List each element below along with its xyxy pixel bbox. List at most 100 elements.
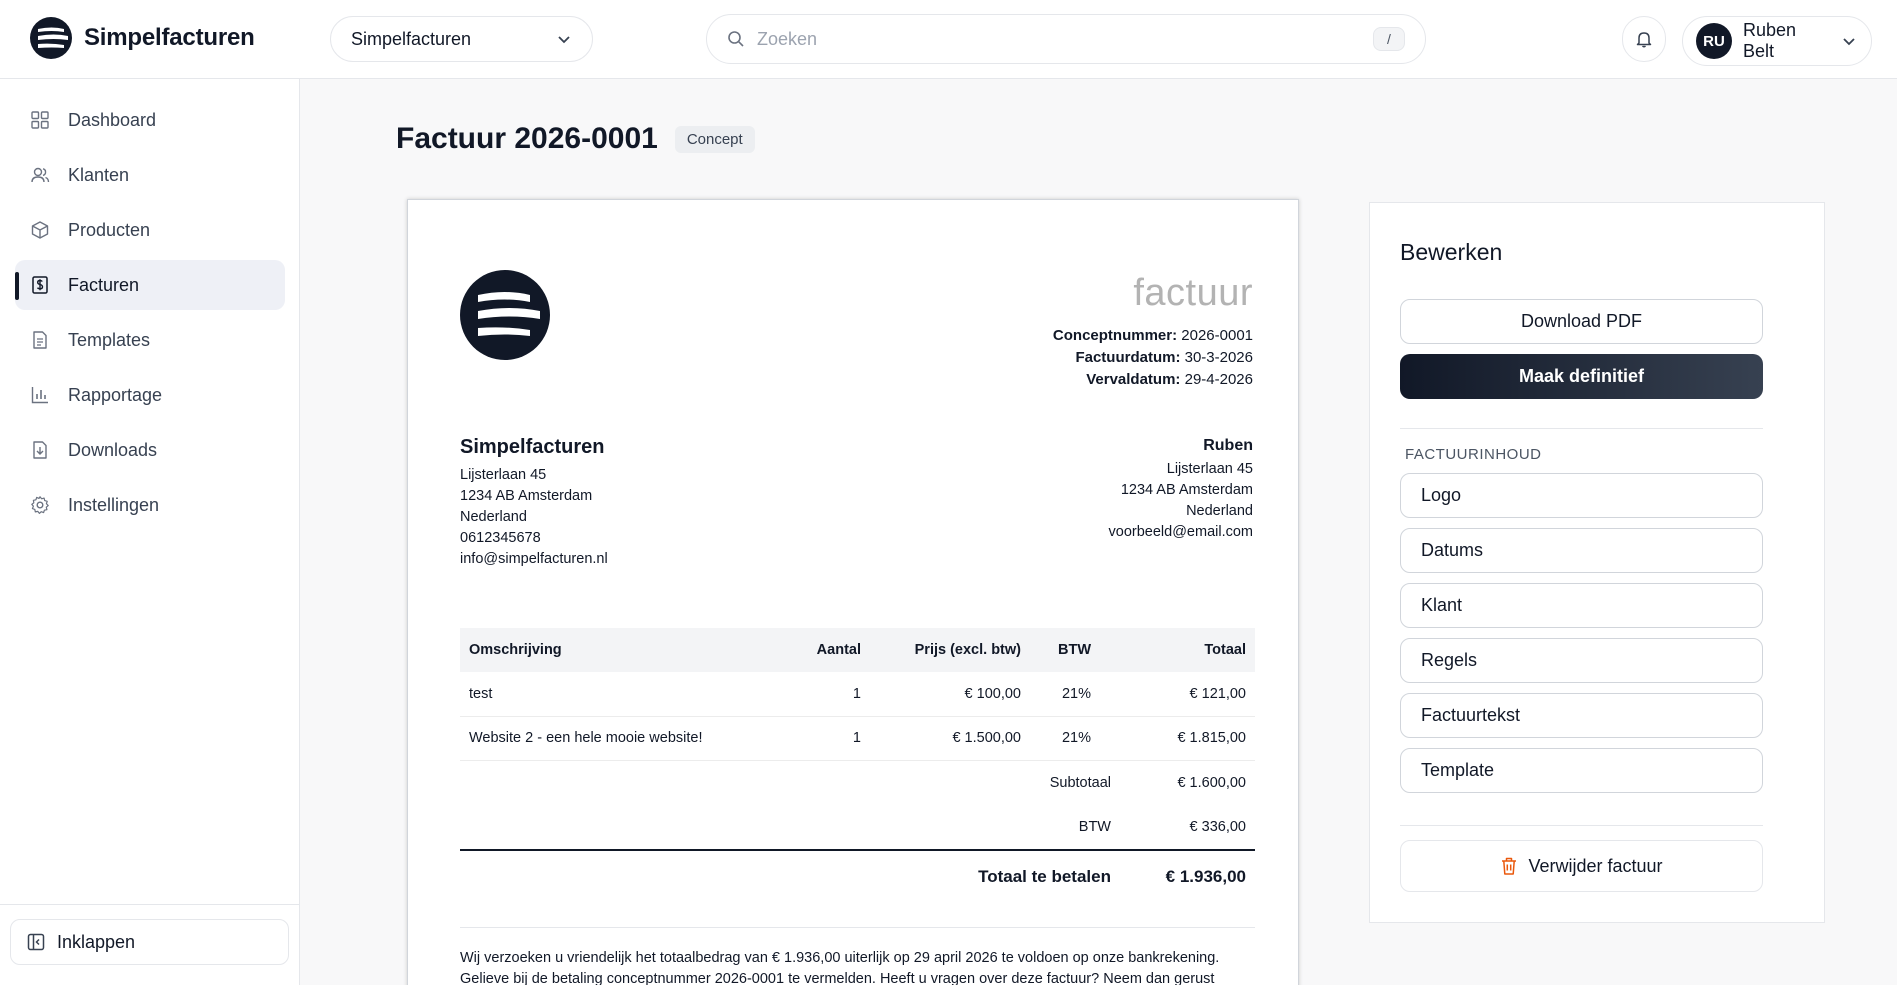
company-select[interactable]: Simpelfacturen [330,16,593,62]
sender-address: Simpelfacturen Lijsterlaan 45 1234 AB Am… [460,435,608,570]
sidebar-item-label: Instellingen [68,494,160,515]
invoice-title: factuur [1133,272,1253,314]
sidebar-item-label: Facturen [68,274,140,295]
cell-vat: 21% [1030,672,1100,717]
divider [1400,825,1763,826]
cell-price: € 100,00 [870,672,1030,717]
column-header: Omschrijving [460,628,790,672]
section-datums-button[interactable]: Datums [1400,528,1763,573]
invoice-meta: Conceptnummer: 2026-0001 Factuurdatum: 3… [1053,325,1253,391]
cell-description: test [460,672,790,717]
meta-due-date: Vervaldatum: 29-4-2026 [1086,371,1253,388]
panel-title: Bewerken [1400,239,1503,265]
search-input[interactable]: Zoeken / [706,14,1426,64]
sidebar-item-producten[interactable]: Producten [15,205,285,255]
sender-name: Simpelfacturen [460,436,605,458]
recipient-country: Nederland [1186,503,1253,519]
chevron-down-icon [1843,38,1855,46]
sidebar-item-dashboard[interactable]: Dashboard [15,95,285,145]
bar-chart-icon [31,387,48,404]
invoice-lines-table: Omschrijving Aantal Prijs (excl. btw) BT… [460,628,1255,761]
invoice-totals: Subtotaal € 1.600,00 BTW € 336,00 Totaal… [460,761,1255,903]
collapse-sidebar-button[interactable]: Inklappen [10,919,289,965]
user-name: Ruben Belt [1743,20,1797,61]
panel-collapse-icon [27,933,45,951]
sidebar-item-instellingen[interactable]: Instellingen [15,480,285,530]
section-regels-button[interactable]: Regels [1400,638,1763,683]
brand-logo-icon [30,17,72,59]
search-placeholder: Zoeken [757,28,818,49]
meta-concept-number: Conceptnummer: 2026-0001 [1052,327,1253,344]
invoice-preview: factuur Conceptnummer: 2026-0001 Factuur… [407,199,1299,985]
table-row: test 1 € 100,00 21% € 121,00 [460,672,1255,717]
sender-phone: 0612345678 [460,530,541,546]
payment-note-line: Gelieve bij de betaling conceptnummer 20… [460,971,1215,985]
section-klant-button[interactable]: Klant [1400,583,1763,628]
cell-vat: 21% [1030,716,1100,761]
download-pdf-button[interactable]: Download PDF [1400,299,1763,344]
sender-city: 1234 AB Amsterdam [460,488,593,504]
section-template-button[interactable]: Template [1400,748,1763,793]
trash-icon [1502,857,1517,875]
document-icon [33,331,47,349]
sidebar-item-rapportage[interactable]: Rapportage [15,370,285,420]
section-factuurtekst-button[interactable]: Factuurtekst [1400,693,1763,738]
sidebar-item-label: Dashboard [68,109,157,130]
table-row: Website 2 - een hele mooie website! 1 € … [460,716,1255,761]
subtotal-label: Subtotaal [1049,775,1111,791]
page-title: Factuur 2026-0001 [396,122,658,155]
grand-total-label: Totaal te betalen [978,867,1111,886]
box-icon [31,221,49,239]
sidebar-item-label: Producten [68,219,151,240]
sidebar-item-downloads[interactable]: Downloads [15,425,285,475]
brand[interactable]: Simpelfacturen [30,17,255,59]
sidebar-nav: Dashboard Klanten Producten Facturen Tem… [15,95,285,535]
section-logo-button[interactable]: Logo [1400,473,1763,518]
top-bar: Simpelfacturen Simpelfacturen Zoeken / R… [0,0,1897,79]
recipient-street: Lijsterlaan 45 [1166,461,1253,477]
sidebar-item-templates[interactable]: Templates [15,315,285,365]
avatar: RU [1696,23,1732,59]
collapse-label: Inklappen [57,931,136,952]
cell-qty: 1 [790,672,870,717]
cell-total: € 1.815,00 [1100,716,1255,761]
sender-country: Nederland [460,509,527,525]
column-header: Totaal [1100,628,1255,672]
company-logo [460,270,550,360]
payment-note-line: Wij verzoeken u vriendelijk het totaalbe… [460,950,1220,966]
sidebar-item-label: Downloads [68,439,158,460]
sidebar: Dashboard Klanten Producten Facturen Tem… [0,79,300,985]
search-shortcut-hint: / [1373,27,1405,51]
user-menu[interactable]: RU Ruben Belt [1682,16,1872,66]
sidebar-item-klanten[interactable]: Klanten [15,150,285,200]
sender-email: info@simpelfacturen.nl [460,551,608,567]
invoice-icon [32,276,48,294]
sidebar-footer: Inklappen [0,904,300,965]
grand-total-value: € 1.936,00 [1165,867,1246,886]
divider [1400,428,1763,429]
edit-panel: Bewerken Download PDF Maak definitief FA… [1369,202,1825,923]
delete-label: Verwijder factuur [1528,855,1663,876]
notifications-button[interactable] [1622,16,1666,62]
sidebar-item-facturen[interactable]: Facturen [15,260,285,310]
status-badge: Concept [674,125,755,153]
cell-price: € 1.500,00 [870,716,1030,761]
page-header: Factuur 2026-0001 Concept [396,122,755,156]
company-select-value: Simpelfacturen [351,28,472,49]
divider [460,927,1255,928]
grid-icon [31,111,49,129]
subtotal-value: € 1.600,00 [1177,775,1246,791]
invoice-heading: factuur Conceptnummer: 2026-0001 Factuur… [1053,272,1253,391]
column-header: Aantal [790,628,870,672]
table-header-row: Omschrijving Aantal Prijs (excl. btw) BT… [460,628,1255,672]
cell-total: € 121,00 [1100,672,1255,717]
users-icon [31,167,50,183]
download-file-icon [33,441,47,459]
cell-description: Website 2 - een hele mooie website! [460,716,790,761]
recipient-email: voorbeeld@email.com [1108,524,1253,540]
delete-invoice-button[interactable]: Verwijder factuur [1400,840,1763,892]
finalize-button[interactable]: Maak definitief [1400,354,1763,399]
payment-note: Wij verzoeken u vriendelijk het totaalbe… [460,948,1260,985]
chevron-down-icon [558,36,570,44]
cell-qty: 1 [790,716,870,761]
